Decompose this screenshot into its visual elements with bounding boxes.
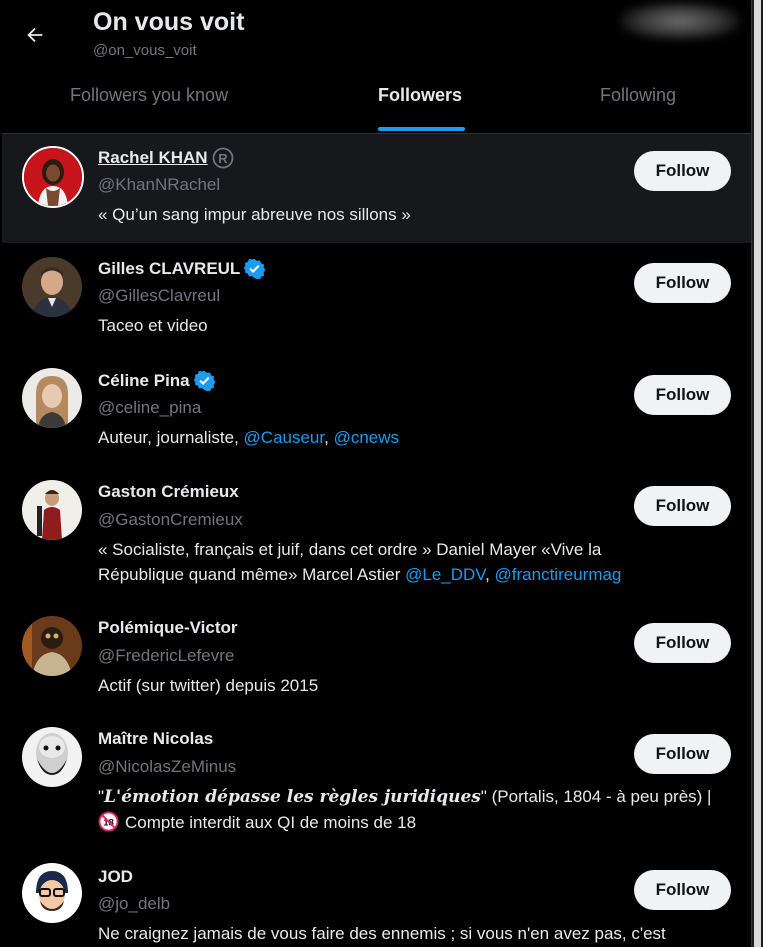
svg-text:R: R bbox=[218, 151, 228, 166]
user-name[interactable]: Céline Pina bbox=[98, 370, 215, 391]
user-name[interactable]: JOD bbox=[98, 867, 133, 887]
follow-button[interactable]: Follow bbox=[634, 623, 731, 663]
user-row[interactable]: Rachel KHAN R @KhanNRachel « Qu’un sang … bbox=[2, 134, 751, 243]
verified-badge-icon bbox=[193, 370, 215, 391]
follow-button[interactable]: Follow bbox=[634, 870, 731, 910]
user-handle[interactable]: @jo_delb bbox=[98, 894, 170, 914]
avatar[interactable] bbox=[22, 368, 82, 428]
bio-text: Compte interdit aux QI de moins de 18 bbox=[125, 813, 417, 832]
user-row[interactable]: Gilles CLAVREUL @GillesClavreul Taceo et… bbox=[2, 243, 751, 354]
scrollbar-thumb[interactable] bbox=[754, 0, 761, 947]
followers-page: On vous voit @on_vous_voit Followers you… bbox=[2, 0, 751, 947]
bio-text: " (Portalis, 1804 - à peu près) | bbox=[480, 787, 712, 806]
avatar[interactable] bbox=[22, 616, 82, 676]
no-under-18-icon: 18 bbox=[98, 811, 119, 832]
verified-badge-icon bbox=[244, 258, 266, 279]
user-bio: Auteur, journaliste, @Causeur, @cnews bbox=[98, 425, 738, 450]
bio-line: "L'émotion dépasse les règles juridiques… bbox=[98, 784, 738, 810]
mention-link-cnews[interactable]: @cnews bbox=[334, 428, 399, 447]
user-name[interactable]: Maître Nicolas bbox=[98, 729, 213, 749]
user-bio: « Qu’un sang impur abreuve nos sillons » bbox=[98, 205, 411, 224]
user-bio: Taceo et video bbox=[98, 316, 208, 335]
page-header: On vous voit @on_vous_voit Followers you… bbox=[2, 0, 751, 134]
back-arrow-icon bbox=[27, 27, 43, 43]
bio-line: République quand même» Marcel Astier @Le… bbox=[98, 562, 738, 587]
user-name[interactable]: Gilles CLAVREUL bbox=[98, 258, 266, 279]
bio-text: République quand même» Marcel Astier bbox=[98, 565, 406, 584]
follow-button[interactable]: Follow bbox=[634, 263, 731, 303]
user-handle[interactable]: @KhanNRachel bbox=[98, 175, 220, 195]
user-handle[interactable]: @NicolasZeMinus bbox=[98, 757, 236, 777]
user-row[interactable]: Gaston Crémieux @GastonCremieux « Social… bbox=[2, 466, 751, 602]
user-row[interactable]: Maître Nicolas @NicolasZeMinus "L'émotio… bbox=[2, 713, 751, 849]
user-handle[interactable]: @celine_pina bbox=[98, 398, 201, 418]
user-bio: Actif (sur twitter) depuis 2015 bbox=[98, 676, 319, 695]
avatar[interactable] bbox=[22, 146, 84, 208]
avatar[interactable] bbox=[22, 480, 82, 540]
user-handle[interactable]: @GastonCremieux bbox=[98, 510, 243, 530]
user-handle[interactable]: @GillesClavreul bbox=[98, 286, 220, 306]
blurred-area bbox=[620, 2, 740, 40]
user-name[interactable]: Polémique-Victor bbox=[98, 618, 238, 638]
page-handle: @on_vous_voit bbox=[93, 42, 197, 59]
user-handle[interactable]: @FredericLefevre bbox=[98, 646, 234, 666]
page-title: On vous voit bbox=[93, 8, 245, 36]
user-bio: "L'émotion dépasse les règles juridiques… bbox=[98, 784, 738, 835]
user-bio: « Socialiste, français et juif, dans cet… bbox=[98, 537, 738, 587]
tab-followers-you-know[interactable]: Followers you know bbox=[70, 85, 228, 106]
follow-button[interactable]: Follow bbox=[634, 375, 731, 415]
avatar[interactable] bbox=[22, 863, 82, 923]
mention-link-le-ddv[interactable]: @Le_DDV bbox=[405, 565, 485, 584]
bio-line: « Socialiste, français et juif, dans cet… bbox=[98, 540, 602, 559]
mention-link-franctireurmag[interactable]: @franctireurmag bbox=[495, 565, 622, 584]
mention-link-causeur[interactable]: @Causeur bbox=[244, 428, 325, 447]
user-row[interactable]: Polémique-Victor @FredericLefevre Actif … bbox=[2, 602, 751, 713]
tab-following[interactable]: Following bbox=[600, 85, 676, 106]
user-bio: Ne craignez jamais de vous faire des enn… bbox=[98, 924, 666, 943]
tab-followers[interactable]: Followers bbox=[378, 85, 462, 106]
active-tab-indicator bbox=[378, 127, 465, 131]
user-row[interactable]: Céline Pina @celine_pina Auteur, journal… bbox=[2, 354, 751, 466]
bio-separator: , bbox=[324, 428, 334, 447]
back-button[interactable] bbox=[20, 20, 50, 50]
bio-line: 18 Compte interdit aux QI de moins de 18 bbox=[98, 810, 738, 835]
bio-styled-quote: L'émotion dépasse les règles juridiques bbox=[104, 787, 481, 807]
follow-button[interactable]: Follow bbox=[634, 151, 731, 191]
bio-text: Auteur, journaliste, bbox=[98, 428, 244, 447]
registered-icon: R bbox=[212, 147, 233, 169]
avatar[interactable] bbox=[22, 257, 82, 317]
follow-button[interactable]: Follow bbox=[634, 734, 731, 774]
bio-separator: , bbox=[485, 565, 495, 584]
user-name[interactable]: Gaston Crémieux bbox=[98, 482, 239, 502]
user-name[interactable]: Rachel KHAN R bbox=[98, 147, 234, 169]
avatar[interactable] bbox=[22, 727, 82, 787]
follow-button[interactable]: Follow bbox=[634, 486, 731, 526]
user-row[interactable]: JOD @jo_delb Ne craignez jamais de vous … bbox=[2, 849, 751, 947]
